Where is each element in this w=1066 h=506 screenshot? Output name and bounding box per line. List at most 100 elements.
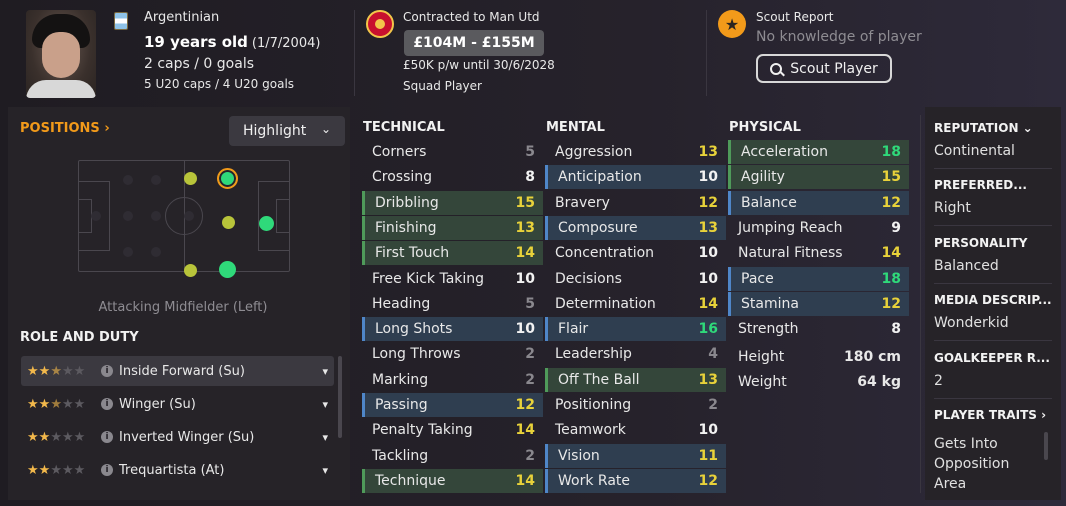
attribute-row[interactable]: Bravery 12 [545,191,726,215]
info-icon[interactable]: i [101,431,113,443]
attribute-value: 14 [515,472,535,489]
divider [934,225,1052,226]
role-row[interactable]: ★★★★★ i Inside Forward (Su) ▾ [21,356,334,386]
attribute-row[interactable]: Heading 5 [362,292,543,316]
attribute-row[interactable]: Positioning 2 [545,393,726,417]
player-traits-value: Gets Into Opposition Area [934,436,1010,492]
attribute-row[interactable]: Strength 8 [728,317,909,341]
personality-value: Balanced [934,258,999,274]
attribute-row[interactable]: Flair 16 [545,317,726,342]
attribute-value: 12 [515,397,535,413]
attribute-value: 10 [515,321,535,338]
attribute-row[interactable]: Anticipation 10 [545,165,726,190]
chevron-down-icon[interactable]: ▾ [322,365,328,378]
attribute-row[interactable]: Composure 13 [545,215,726,240]
attribute-row[interactable]: Passing 12 [362,393,543,417]
role-row[interactable]: ★★★★★ i Trequartista (At) ▾ [21,455,334,485]
player-traits-link[interactable]: PLAYER TRAITS › [934,408,1046,422]
attribute-row[interactable]: Penalty Taking 14 [362,418,543,442]
attribute-value: 15 [515,194,535,211]
attribute-row[interactable]: Acceleration 18 [728,140,909,164]
player-traits-title: PLAYER TRAITS [934,408,1037,422]
role-stars: ★★★★★ [27,396,86,412]
info-icon[interactable]: i [101,464,113,476]
attribute-row[interactable]: Finishing 13 [362,215,543,240]
attribute-row[interactable]: Agility 15 [728,165,909,190]
attribute-name: Flair [558,321,589,338]
roles-scrollbar[interactable] [338,356,342,438]
contract-club[interactable]: Contracted to Man Utd [403,10,540,24]
attribute-row[interactable]: Stamina 12 [728,291,909,316]
attribute-value: 12 [881,194,901,211]
attribute-row[interactable]: Crossing 8 [362,165,543,189]
attribute-row[interactable]: Marking 2 [362,368,543,392]
role-row[interactable]: ★★★★★ i Winger (Su) ▾ [21,389,334,419]
reputation-title[interactable]: REPUTATION ⌄ [934,121,1033,135]
reputation-value: Continental [934,143,1015,159]
scout-knowledge: No knowledge of player [756,29,922,45]
role-label: Inside Forward (Su) [119,363,245,379]
star-icon: ★ [718,10,746,38]
chevron-down-icon[interactable]: ▾ [322,398,328,411]
attribute-row[interactable]: Work Rate 12 [545,468,726,493]
attribute-row[interactable]: Long Throws 2 [362,342,543,366]
attribute-name: Free Kick Taking [372,270,485,287]
attribute-value: 12 [698,194,718,211]
chevron-down-icon[interactable]: ▾ [322,464,328,477]
club-crest-icon[interactable] [366,10,394,38]
attribute-row[interactable]: Concentration 10 [545,241,726,265]
attribute-row[interactable]: Vision 11 [545,443,726,468]
role-row[interactable]: ★★★★★ i Inverted Winger (Su) ▾ [21,422,334,452]
attribute-row[interactable]: Balance 12 [728,190,909,215]
attribute-value: 2 [525,447,535,464]
attribute-name: Off The Ball [558,371,640,388]
attribute-row[interactable]: Aggression 13 [545,140,726,164]
chevron-right-icon: › [1041,408,1047,422]
positions-link[interactable]: POSITIONS › [20,121,110,136]
height-label: Height [738,349,785,365]
attribute-name: Heading [372,295,431,312]
position-dot-amr [219,261,236,278]
squad-status: Squad Player [403,79,482,93]
position-dot [123,247,133,257]
attribute-value: 10 [698,270,718,287]
attribute-row[interactable]: Technique 14 [362,468,543,493]
info-icon[interactable]: i [101,398,113,410]
highlight-dropdown[interactable]: Highlight ⌄ [229,116,345,146]
attribute-value: 18 [881,144,901,160]
divider [934,340,1052,341]
header-divider [354,10,355,96]
attribute-value: 13 [698,219,718,236]
attribute-row[interactable]: Leadership 4 [545,342,726,366]
attribute-row[interactable]: Jumping Reach 9 [728,216,909,240]
attribute-name: Tackling [372,447,429,464]
attribute-row[interactable]: Off The Ball 13 [545,367,726,392]
attribute-row[interactable]: Determination 14 [545,292,726,316]
scout-player-button[interactable]: Scout Player [756,54,892,83]
position-dot-aml-selected [217,168,238,189]
transfer-value-tag[interactable]: £104M - £155M [404,30,544,56]
role-label: Winger (Su) [119,396,196,412]
divider [934,283,1052,284]
attribute-name: Agility [741,169,785,186]
chevron-down-icon[interactable]: ▾ [322,431,328,444]
attribute-row[interactable]: Decisions 10 [545,267,726,291]
attribute-row[interactable]: Free Kick Taking 10 [362,267,543,291]
panel-divider [920,115,921,493]
divider [934,168,1052,169]
info-icon[interactable]: i [101,365,113,377]
attribute-row[interactable]: Dribbling 15 [362,190,543,215]
attribute-row[interactable]: Natural Fitness 14 [728,241,909,265]
traits-scrollbar[interactable] [1044,432,1048,460]
position-dot [151,247,161,257]
attribute-row[interactable]: Long Shots 10 [362,317,543,342]
position-dot [151,211,161,221]
attribute-row[interactable]: Teamwork 10 [545,418,726,442]
attribute-row[interactable]: Pace 18 [728,266,909,291]
attribute-row[interactable]: First Touch 14 [362,241,543,266]
height-value: 180 cm [844,349,901,365]
role-label: Trequartista (At) [119,462,225,478]
attribute-row[interactable]: Corners 5 [362,140,543,164]
age-line: 19 years old (1/7/2004) [144,33,320,51]
attribute-row[interactable]: Tackling 2 [362,444,543,468]
